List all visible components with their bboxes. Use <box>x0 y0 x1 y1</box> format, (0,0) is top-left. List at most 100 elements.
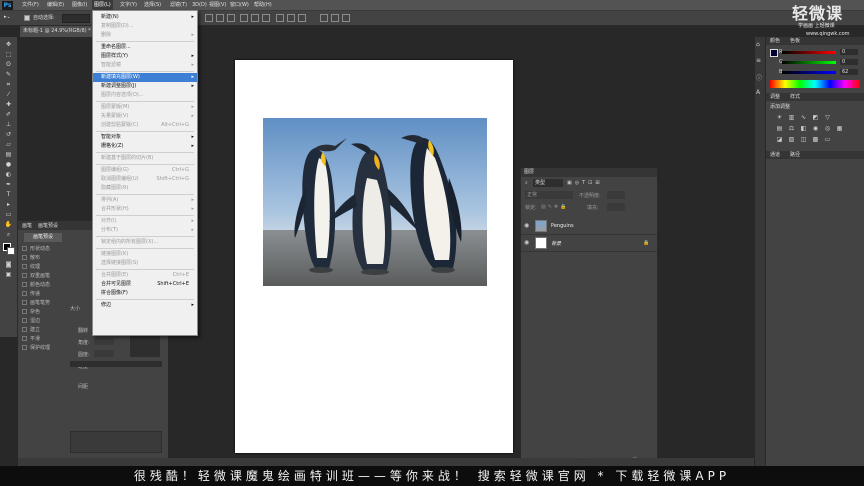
distribute-bottom-icon[interactable] <box>262 14 270 22</box>
layer-menu-item[interactable]: 分布(T) ▸ <box>93 226 197 235</box>
brush-param-input[interactable] <box>94 338 114 345</box>
distribute-top-icon[interactable] <box>240 14 248 22</box>
layer-menu-item[interactable]: 合并可见图层 Shift+Ctrl+E <box>93 280 197 289</box>
color-spectrum[interactable] <box>770 80 860 88</box>
3d-mode-icon[interactable] <box>320 14 328 22</box>
layer-menu-item[interactable]: 图层编组(G) Ctrl+G <box>93 166 197 175</box>
layer-filter-icons[interactable]: ▣◎T⊡⊞ <box>567 180 603 186</box>
brush-option-checkbox[interactable] <box>22 345 27 350</box>
menu-9[interactable]: 窗口(W) <box>228 0 251 11</box>
menu-2[interactable]: 图像(I) <box>70 0 89 11</box>
layer-menu-item[interactable]: 拼合图像(F) <box>93 289 197 298</box>
layer-menu-item[interactable]: 删除 ▸ <box>93 31 197 40</box>
auto-select-dropdown[interactable] <box>62 14 90 23</box>
curves-icon[interactable]: ∿ <box>800 115 807 121</box>
distribute-middle-icon[interactable] <box>251 14 259 22</box>
brush-param-input[interactable] <box>94 350 114 357</box>
brush-tool-icon[interactable]: ✐ <box>4 111 13 118</box>
layer-menu-item[interactable]: 对齐(I) ▸ <box>93 217 197 226</box>
layer-menu-item[interactable]: 取消图层编组(U) Shift+Ctrl+G <box>93 175 197 184</box>
document-tab[interactable]: 未标题-1 @ 24.9%(RGB/8) * <box>20 26 100 37</box>
penguins-photo[interactable] <box>263 118 487 286</box>
hue-saturation-icon[interactable]: ▤ <box>776 126 783 132</box>
brush-option-row[interactable]: 建立 <box>22 326 40 334</box>
brush-option-checkbox[interactable] <box>22 255 27 260</box>
layer-menu-item[interactable]: 锁定组内的所有图层(X)... <box>93 238 197 247</box>
stamp-tool-icon[interactable]: ⊥ <box>4 121 13 128</box>
brush-option-row[interactable]: 颜色动态 <box>22 281 50 289</box>
layer-menu-item[interactable]: 图层样式(Y) ▸ <box>93 52 197 61</box>
hand-tool-icon[interactable]: ✋ <box>4 221 13 228</box>
distribute-left-icon[interactable] <box>276 14 284 22</box>
crop-tool-icon[interactable]: ⌗ <box>4 81 13 88</box>
pen-tool-icon[interactable]: ✒ <box>4 181 13 188</box>
move-tool-icon[interactable]: ▸⌄ <box>4 14 11 20</box>
distribute-right-icon[interactable] <box>298 14 306 22</box>
brush-option-row[interactable]: 保护纹理 <box>22 344 50 352</box>
brush-option-row[interactable]: 纹理 <box>22 263 40 271</box>
brush-option-row[interactable]: 双重画笔 <box>22 272 50 280</box>
blend-mode-dropdown[interactable]: 正常 <box>525 191 573 199</box>
tab-color[interactable]: 颜色 <box>770 38 780 44</box>
lock-icons[interactable]: ▨✎✥🔒 <box>541 204 568 210</box>
quick-select-tool-icon[interactable]: ✎ <box>4 71 13 78</box>
quick-mask-icon[interactable]: ◙ <box>4 261 13 268</box>
auto-select-checkbox[interactable] <box>24 15 30 21</box>
tab-brush[interactable]: 画笔 <box>22 222 32 229</box>
brush-option-checkbox[interactable] <box>22 336 27 341</box>
type-tool-icon[interactable]: T <box>4 191 13 198</box>
threshold-icon[interactable]: ◫ <box>800 137 807 143</box>
layer-menu-item[interactable]: 重命名图层... <box>93 43 197 52</box>
brush-option-row[interactable]: 湿边 <box>22 317 40 325</box>
color-lookup-icon[interactable]: ▦ <box>836 126 843 132</box>
eraser-tool-icon[interactable]: ▱ <box>4 141 13 148</box>
tab-styles[interactable]: 样式 <box>790 94 800 100</box>
eyedropper-tool-icon[interactable]: ⁄ <box>4 91 13 98</box>
brush-option-checkbox[interactable] <box>22 246 27 251</box>
layer-menu-item[interactable]: 智能滤镜 ▸ <box>93 61 197 70</box>
history-icon[interactable]: ⌂ <box>756 41 764 48</box>
dodge-tool-icon[interactable]: ◐ <box>4 171 13 178</box>
green-slider[interactable] <box>782 61 836 64</box>
red-slider[interactable] <box>782 51 836 54</box>
red-value[interactable]: 0 <box>840 49 858 55</box>
brush-option-row[interactable]: 平滑 <box>22 335 40 343</box>
levels-icon[interactable]: ▥ <box>788 115 795 121</box>
visibility-eye-icon[interactable]: ◉ <box>524 223 531 229</box>
background-color-swatch[interactable] <box>7 247 15 255</box>
brush-option-checkbox[interactable] <box>22 273 27 278</box>
foreground-color-preview[interactable] <box>770 49 778 57</box>
marquee-tool-icon[interactable]: ⬚ <box>4 51 13 58</box>
menu-10[interactable]: 帮助(H) <box>252 0 274 11</box>
properties-icon[interactable]: ≡ <box>756 57 764 64</box>
color-balance-icon[interactable]: ⚖ <box>788 126 795 132</box>
brightness-icon[interactable]: ☀ <box>776 115 783 121</box>
brush-option-checkbox[interactable] <box>22 300 27 305</box>
layer-menu-item[interactable]: 矢量蒙版(V) ▸ <box>93 112 197 121</box>
path-select-tool-icon[interactable]: ▸ <box>4 201 13 208</box>
lasso-tool-icon[interactable]: ʘ <box>4 61 13 68</box>
invert-icon[interactable]: ◪ <box>776 137 783 143</box>
hardness-slider[interactable] <box>70 361 162 367</box>
history-brush-tool-icon[interactable]: ↺ <box>4 131 13 138</box>
brush-option-checkbox[interactable] <box>22 282 27 287</box>
layer-filter-dropdown[interactable]: 类型 <box>533 179 563 187</box>
align-bottom-icon[interactable] <box>227 14 235 22</box>
shape-tool-icon[interactable]: ▭ <box>4 211 13 218</box>
black-white-icon[interactable]: ◧ <box>800 126 807 132</box>
layer-menu-item[interactable]: 合并图层(E) Ctrl+E <box>93 271 197 280</box>
brush-option-checkbox[interactable] <box>22 327 27 332</box>
brush-option-row[interactable]: 传递 <box>22 290 40 298</box>
channel-mixer-icon[interactable]: ◎ <box>824 126 831 132</box>
gradient-map-icon[interactable]: ▭ <box>824 137 831 143</box>
brush-option-row[interactable]: 杂色 <box>22 308 40 316</box>
blue-slider[interactable] <box>782 71 836 74</box>
blue-value[interactable]: 62 <box>840 69 858 75</box>
3d-pan-icon[interactable] <box>342 14 350 22</box>
layer-menu-item[interactable]: 新建调整图层(J) ▸ <box>93 82 197 91</box>
move-tool-icon[interactable]: ✥ <box>4 41 13 48</box>
layer-menu-item[interactable]: 新建(N) ▸ <box>93 13 197 22</box>
exposure-icon[interactable]: ◩ <box>812 115 819 121</box>
brush-option-row[interactable]: 画笔笔势 <box>22 299 50 307</box>
opacity-input[interactable] <box>607 191 625 199</box>
